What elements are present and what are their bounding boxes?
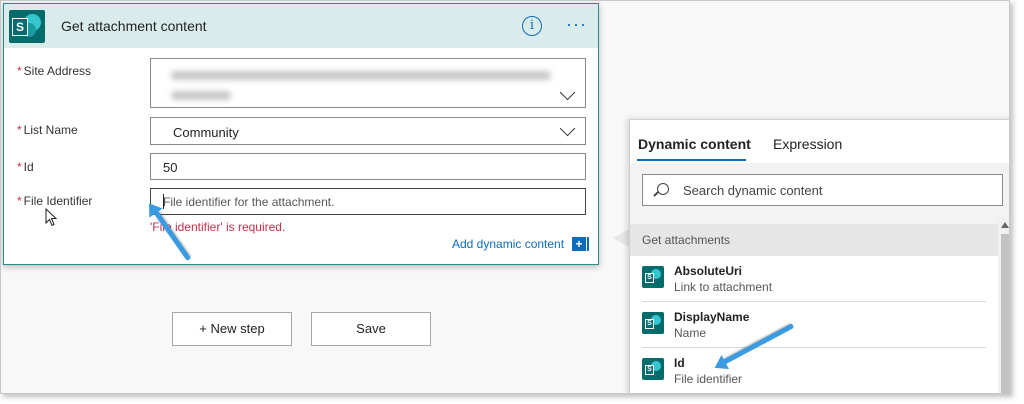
mouse-cursor-icon (45, 208, 58, 227)
tab-dynamic-content[interactable]: Dynamic content (638, 136, 751, 152)
card-header[interactable]: S Get attachment content i ··· (4, 4, 598, 48)
search-input[interactable]: Search dynamic content (642, 174, 1003, 206)
add-dynamic-content-link[interactable]: Add dynamic content (452, 237, 564, 251)
list-item-id[interactable]: S Id File identifier (630, 348, 998, 393)
list-name-value: Community (173, 125, 239, 140)
add-dynamic-divider (587, 237, 589, 251)
search-icon (657, 183, 669, 195)
chevron-down-icon[interactable] (559, 120, 576, 137)
sharepoint-icon: S (642, 266, 664, 288)
chevron-down-icon[interactable] (559, 84, 576, 101)
scroll-up-icon[interactable] (1001, 222, 1009, 228)
panel-scrollbar[interactable] (998, 218, 1009, 393)
add-icon[interactable]: + (572, 237, 586, 251)
card-title: Get attachment content (61, 18, 207, 34)
save-button[interactable]: Save (311, 312, 431, 346)
file-identifier-label: * File Identifier (17, 194, 93, 208)
dynamic-content-panel: Dynamic content Expression Search dynami… (629, 119, 1009, 393)
list-item-absoluteuri[interactable]: S AbsoluteUri Link to attachment (630, 256, 998, 302)
get-attachment-content-card: S Get attachment content i ··· * Site Add… (3, 3, 599, 265)
active-tab-indicator (637, 159, 746, 161)
panel-pointer (613, 229, 629, 247)
list-name-label: * List Name (17, 123, 78, 137)
dynamic-content-list: S AbsoluteUri Link to attachment S Displ… (630, 256, 998, 393)
sharepoint-icon: S (642, 312, 664, 334)
site-address-field[interactable] (150, 58, 586, 108)
id-value: 50 (163, 160, 178, 175)
more-icon[interactable]: ··· (566, 14, 587, 35)
text-caret (163, 194, 164, 209)
search-placeholder: Search dynamic content (683, 183, 823, 198)
id-field[interactable]: 50 (150, 153, 586, 180)
id-label: * Id (17, 160, 34, 174)
scroll-thumb[interactable] (1001, 234, 1009, 393)
file-identifier-field[interactable]: File identifier for the attachment. (150, 188, 586, 215)
new-step-button[interactable]: + New step (172, 312, 292, 346)
list-item-displayname[interactable]: S DisplayName Name (630, 302, 998, 348)
tab-expression[interactable]: Expression (773, 136, 842, 152)
flow-designer-canvas: S Get attachment content i ··· * Site Add… (0, 0, 1010, 394)
info-icon[interactable]: i (522, 16, 542, 36)
list-name-dropdown[interactable]: Community (150, 117, 586, 145)
section-header-get-attachments[interactable]: Get attachments (630, 224, 1002, 256)
site-address-label: * Site Address (17, 64, 92, 78)
file-identifier-placeholder: File identifier for the attachment. (163, 195, 335, 209)
sharepoint-icon: S (642, 358, 664, 380)
sharepoint-icon: S (9, 10, 45, 43)
